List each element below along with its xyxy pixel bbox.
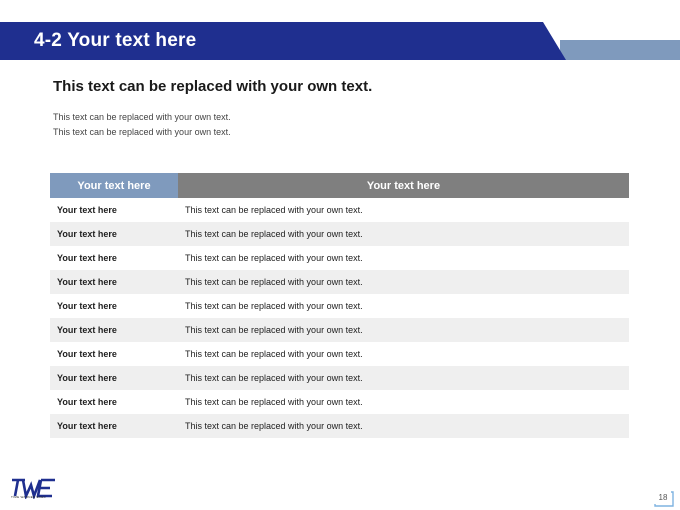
table-row: Your text here This text can be replaced… [50,198,629,222]
table-row: Your text here This text can be replaced… [50,318,629,342]
table-cell-label: Your text here [50,222,178,246]
table-cell-label: Your text here [57,253,117,263]
table-cell-text: This text can be replaced with your own … [178,222,629,246]
section-subtitle: This text can be replaced with your own … [53,78,373,95]
table-cell-text: This text can be replaced with your own … [185,205,363,215]
table-row: Your text here This text can be replaced… [50,342,629,366]
table-cell-text: This text can be replaced with your own … [178,414,629,438]
table-cell-text: This text can be replaced with your own … [178,270,629,294]
body-text-line: This text can be replaced with your own … [53,127,231,137]
body-text-line: This text can be replaced with your own … [53,112,231,122]
table-cell-label: Your text here [57,301,117,311]
table-row: Your text here This text can be replaced… [50,414,629,438]
logo-subtext: TIME WARNER EXEC [11,495,47,499]
page-number: 18 [658,493,668,502]
content-table: Your text here Your text here Your text … [50,173,629,438]
table-row: Your text here This text can be replaced… [50,246,629,270]
table-row: Your text here This text can be replaced… [50,222,629,246]
page-title: 4-2 Your text here [34,30,197,51]
table-cell-text: This text can be replaced with your own … [185,349,363,359]
table-header-cell: Your text here [178,173,629,198]
table-cell-text: This text can be replaced with your own … [178,318,629,342]
table-cell-label: Your text here [57,349,117,359]
table-cell-label: Your text here [57,205,117,215]
table-row: Your text here This text can be replaced… [50,294,629,318]
table-cell-label: Your text here [50,414,178,438]
table-cell-label: Your text here [50,366,178,390]
table-cell-label: Your text here [50,318,178,342]
table-header-row: Your text here Your text here [50,173,629,198]
table-header-cell: Your text here [50,173,178,198]
table-row: Your text here This text can be replaced… [50,366,629,390]
table-row: Your text here This text can be replaced… [50,390,629,414]
table-cell-text: This text can be replaced with your own … [185,301,363,311]
table-cell-label: Your text here [50,270,178,294]
table-cell-label: Your text here [57,397,117,407]
table-cell-text: This text can be replaced with your own … [185,397,363,407]
table-row: Your text here This text can be replaced… [50,270,629,294]
table-cell-text: This text can be replaced with your own … [185,253,363,263]
table-cell-text: This text can be replaced with your own … [178,366,629,390]
